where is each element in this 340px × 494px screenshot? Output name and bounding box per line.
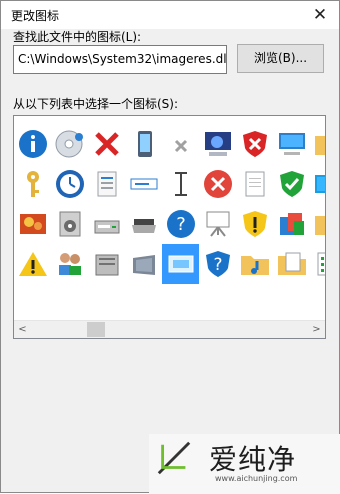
users-icon[interactable]	[51, 244, 88, 284]
title-bar: 更改图标 ✕	[1, 1, 339, 29]
change-icon-dialog: 更改图标 ✕ 查找此文件中的图标(L): C:\Windows\System32…	[0, 0, 340, 494]
text-cursor-icon[interactable]	[162, 164, 199, 204]
scroll-thumb[interactable]	[87, 322, 105, 337]
clock-icon[interactable]	[51, 164, 88, 204]
drive-icon[interactable]	[88, 204, 125, 244]
watermark-url: www.aichunjing.com	[215, 474, 298, 483]
close-button[interactable]: ✕	[301, 1, 339, 29]
device-icon[interactable]	[125, 244, 162, 284]
rename-icon[interactable]	[125, 164, 162, 204]
shield-error-icon[interactable]	[236, 124, 273, 164]
documents-icon[interactable]	[273, 244, 310, 284]
help-icon[interactable]: ?	[162, 204, 199, 244]
photo-icon[interactable]	[14, 204, 51, 244]
computer-icon[interactable]	[273, 124, 310, 164]
svg-text:?: ?	[176, 214, 186, 235]
watermark: 爱纯净 www.aichunjing.com	[149, 434, 340, 494]
scroll-left-icon[interactable]: <	[14, 321, 31, 338]
dvd-music-icon[interactable]	[51, 124, 88, 164]
key-icon[interactable]	[14, 164, 51, 204]
watermark-logo-icon	[157, 441, 191, 475]
monitor-icon[interactable]	[199, 124, 236, 164]
icon-file-path-input[interactable]: C:\Windows\System32\imageres.dll	[13, 45, 227, 74]
svg-text:?: ?	[213, 255, 222, 275]
shield-check-icon[interactable]	[273, 164, 310, 204]
folder-icon[interactable]	[310, 124, 325, 164]
search-file-label: 查找此文件中的图标(L):	[13, 30, 142, 44]
icon-list[interactable]: ? ? < >	[13, 115, 326, 339]
shield-warning-icon[interactable]	[236, 204, 273, 244]
media-device-icon[interactable]	[51, 204, 88, 244]
music-folder-icon[interactable]	[236, 244, 273, 284]
selected-monitor-icon[interactable]	[162, 244, 199, 284]
info-icon[interactable]	[14, 124, 51, 164]
small-x-icon[interactable]	[162, 124, 199, 164]
document-icon[interactable]	[88, 164, 125, 204]
red-x-icon[interactable]	[88, 124, 125, 164]
browse-button[interactable]: 浏览(B)...	[237, 44, 324, 73]
dialog-title: 更改图标	[11, 9, 60, 23]
mobile-device-icon[interactable]	[125, 124, 162, 164]
programs-icon[interactable]	[273, 204, 310, 244]
scanner-icon[interactable]	[125, 204, 162, 244]
icon-list-label: 从以下列表中选择一个图标(S):	[13, 97, 179, 111]
blue-screen-icon[interactable]	[310, 164, 325, 204]
error-circle-icon[interactable]	[199, 164, 236, 204]
folder-icon[interactable]	[310, 204, 325, 244]
server-icon[interactable]	[88, 244, 125, 284]
presentation-icon[interactable]	[199, 204, 236, 244]
blank-document-icon[interactable]	[236, 164, 273, 204]
scroll-right-icon[interactable]: >	[308, 321, 325, 338]
warning-icon[interactable]	[14, 244, 51, 284]
horizontal-scrollbar[interactable]: < >	[14, 320, 325, 338]
watermark-name: 爱纯净	[209, 443, 297, 476]
list-icon[interactable]	[310, 244, 325, 284]
shield-question-icon[interactable]: ?	[199, 244, 236, 284]
